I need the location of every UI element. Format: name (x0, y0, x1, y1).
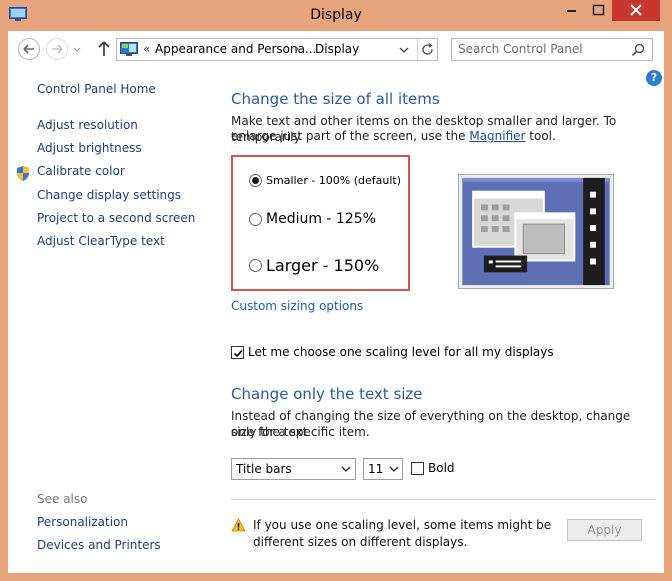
scaling-checkbox-label: Let me choose one scaling level for all … (248, 345, 554, 359)
option-larger[interactable]: Larger - 150% (249, 256, 379, 275)
page-title: Change the size of all items (231, 90, 440, 108)
forward-arrow-icon (52, 44, 63, 54)
warning-icon (231, 518, 246, 532)
text-size-heading: Change only the text size (231, 385, 423, 403)
breadcrumb-display[interactable]: Display (315, 42, 359, 56)
sidebar-item-control-panel-home[interactable]: Control Panel Home (37, 82, 156, 96)
warning-text: If you use one scaling level, some items… (253, 518, 552, 549)
address-bar[interactable]: « Appearance and Persona... › Display (116, 38, 438, 61)
radio-smaller[interactable] (249, 174, 262, 187)
scaling-checkbox-row[interactable]: Let me choose one scaling level for all … (231, 345, 554, 359)
option-medium-label: Medium - 125% (266, 211, 376, 227)
shield-icon (17, 166, 29, 181)
search-icon[interactable] (630, 42, 646, 58)
bold-checkbox-label: Bold (428, 461, 455, 475)
bold-checkbox[interactable] (411, 461, 424, 475)
item-select[interactable]: Title bars (231, 458, 356, 480)
sidebar-item-adjust-cleartype[interactable]: Adjust ClearType text (37, 234, 165, 248)
navigation-bar: « Appearance and Persona... › Display Se… (8, 31, 664, 68)
font-size-value: 11 (368, 462, 384, 476)
up-arrow-icon[interactable] (97, 39, 111, 59)
chevron-down-icon[interactable] (397, 42, 411, 57)
help-button[interactable]: ? (646, 70, 662, 86)
sidebar-item-adjust-brightness[interactable]: Adjust brightness (37, 141, 142, 155)
description-line-2: enlarge just part of the screen, use the… (231, 128, 651, 144)
magnifier-link[interactable]: Magnifier (469, 129, 525, 143)
apply-button[interactable]: Apply (567, 519, 642, 541)
maximize-button[interactable] (585, 0, 612, 21)
search-input[interactable]: Search Control Panel (458, 42, 583, 56)
search-box[interactable]: Search Control Panel (451, 38, 653, 61)
control-panel-icon (120, 42, 138, 56)
breadcrumb-appearance[interactable]: Appearance and Persona... (155, 42, 316, 56)
description-text-a: enlarge just part of the screen, use the (231, 129, 470, 143)
chevron-down-icon (389, 466, 399, 472)
see-also-devices-printers[interactable]: Devices and Printers (37, 538, 161, 552)
close-icon (630, 4, 642, 16)
bold-checkbox-row[interactable]: Bold (411, 461, 455, 475)
separator-line (231, 499, 656, 500)
address-overflow-chevron[interactable]: « (143, 42, 150, 56)
minimize-icon (567, 10, 576, 12)
scaling-checkbox[interactable] (231, 345, 244, 359)
option-larger-label: Larger - 150% (266, 256, 380, 275)
chevron-down-icon (341, 466, 351, 472)
option-smaller[interactable]: Smaller - 100% (default) (249, 174, 401, 187)
checkmark-icon (233, 349, 243, 357)
display-preview-image (458, 174, 614, 289)
text-description-line-2: size for a specific item. (231, 425, 370, 439)
sidebar-item-calibrate-color[interactable]: Calibrate color (37, 164, 125, 178)
refresh-icon (422, 42, 433, 55)
forward-button[interactable] (46, 38, 68, 60)
maximize-icon (592, 4, 605, 16)
back-arrow-icon (23, 44, 34, 54)
minimize-button[interactable] (558, 0, 585, 21)
breadcrumb-separator[interactable]: › (295, 42, 299, 55)
sidebar-item-project-second-screen[interactable]: Project to a second screen (37, 211, 195, 225)
item-select-value: Title bars (236, 462, 292, 476)
back-button[interactable] (18, 38, 40, 60)
description-text-b: tool. (525, 129, 556, 143)
close-button[interactable] (612, 0, 660, 21)
see-also-personalization[interactable]: Personalization (37, 515, 128, 529)
custom-sizing-link[interactable]: Custom sizing options (231, 299, 363, 313)
title-bar[interactable]: Display (0, 0, 672, 31)
option-smaller-label: Smaller - 100% (default) (266, 174, 402, 187)
option-medium[interactable]: Medium - 125% (249, 211, 376, 227)
font-size-select[interactable]: 11 (363, 458, 403, 480)
sidebar-item-adjust-resolution[interactable]: Adjust resolution (37, 118, 138, 132)
window-frame: Display « Appearance and Persona... › Di… (0, 0, 672, 581)
radio-medium[interactable] (249, 212, 262, 226)
sidebar-item-change-display-settings[interactable]: Change display settings (37, 188, 181, 202)
radio-larger[interactable] (249, 259, 262, 272)
recent-pages-chevron-icon[interactable] (72, 45, 82, 55)
see-also-heading: See also (37, 492, 88, 506)
refresh-button[interactable] (417, 39, 437, 60)
window-content: « Appearance and Persona... › Display Se… (8, 31, 664, 573)
